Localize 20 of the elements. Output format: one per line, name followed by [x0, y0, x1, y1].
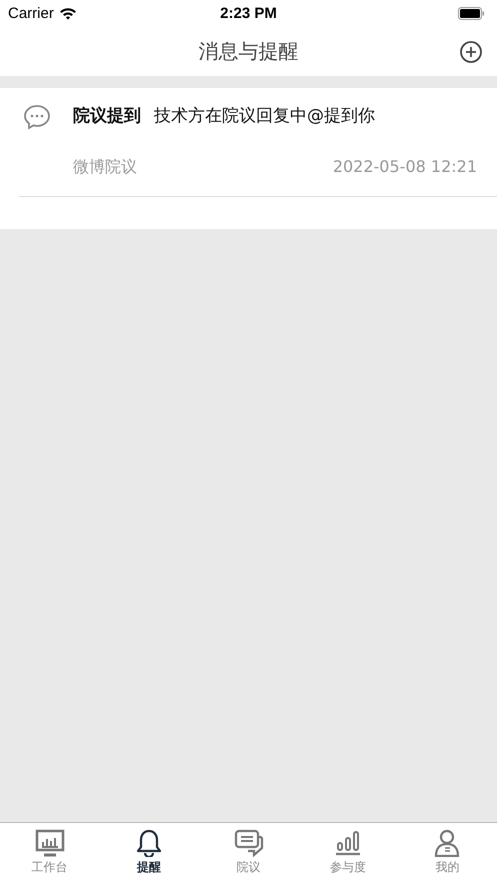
comment-icon [23, 104, 51, 130]
chat-icon [234, 829, 264, 857]
message-source: 微博院议 [73, 157, 137, 178]
chart-monitor-icon [34, 829, 65, 857]
message-title: 院议提到 [73, 105, 141, 127]
status-time: 2:23 PM [220, 4, 277, 22]
tab-button[interactable]: 院议 [198, 823, 298, 883]
message-text: 技术方在院议回复中@提到你 [154, 105, 375, 127]
tab-button[interactable]: 提醒 [99, 823, 199, 883]
person-icon [433, 829, 462, 857]
tab-button[interactable]: 我的 [398, 823, 497, 883]
bell-icon [136, 829, 162, 857]
tab-button[interactable]: 参与度 [298, 823, 398, 883]
battery-icon [458, 6, 485, 20]
wifi-icon [58, 6, 77, 20]
carrier-label: Carrier [8, 4, 54, 22]
message-time: 2022-05-08 12:21 [332, 157, 477, 178]
add-icon[interactable] [459, 40, 483, 64]
tab-button[interactable]: 工作台 [0, 823, 100, 883]
page-title: 消息与提醒 [198, 38, 298, 64]
